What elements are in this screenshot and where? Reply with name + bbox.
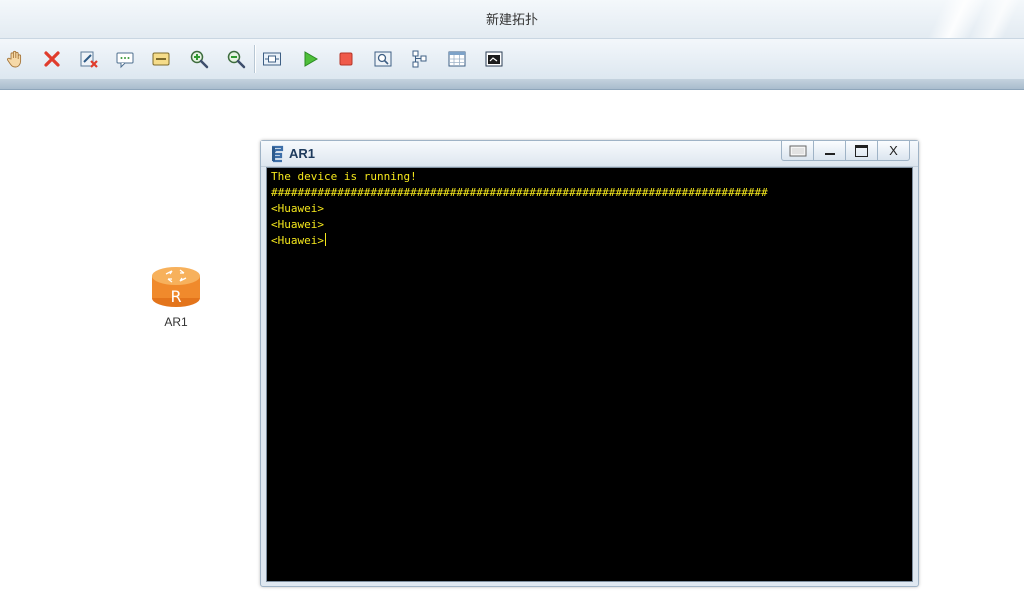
terminal-line: <Huawei> bbox=[271, 218, 324, 231]
rectangle-button[interactable] bbox=[149, 47, 173, 71]
stop-device-button[interactable] bbox=[334, 47, 358, 71]
console-window[interactable]: AR1 X The device is running! ############… bbox=[260, 140, 919, 587]
terminal-line: ########################################… bbox=[271, 186, 768, 199]
console-button[interactable] bbox=[482, 47, 506, 71]
close-button[interactable]: X bbox=[877, 141, 910, 161]
zoom-out-button[interactable] bbox=[224, 47, 248, 71]
toolbar-border bbox=[0, 79, 1024, 90]
terminal-output[interactable]: The device is running! ##################… bbox=[266, 167, 913, 582]
stop-icon bbox=[339, 52, 353, 66]
text-cursor bbox=[324, 233, 326, 246]
minimize-icon bbox=[824, 152, 835, 155]
console-window-controls: X bbox=[781, 141, 910, 161]
start-device-button[interactable] bbox=[298, 47, 322, 71]
capture-button[interactable] bbox=[371, 47, 395, 71]
router-icon: R bbox=[152, 267, 200, 307]
grid-icon bbox=[448, 51, 466, 67]
delete-button[interactable] bbox=[40, 47, 64, 71]
device-label: AR1 bbox=[164, 315, 188, 329]
hand-tool-button[interactable] bbox=[3, 47, 27, 71]
rectangle-icon bbox=[152, 52, 170, 66]
minimize-button[interactable] bbox=[813, 141, 846, 161]
terminal-line: <Huawei> bbox=[271, 202, 324, 215]
capture-icon bbox=[374, 51, 392, 67]
delete-link-button[interactable] bbox=[77, 47, 101, 71]
title-bar: 新建拓扑 bbox=[0, 0, 1024, 39]
red-x-icon bbox=[44, 51, 60, 67]
fit-view-icon bbox=[263, 52, 281, 66]
play-icon bbox=[304, 51, 318, 67]
svg-text:R: R bbox=[170, 287, 181, 306]
console-titlebar[interactable]: AR1 X bbox=[261, 141, 918, 167]
console-icon bbox=[485, 51, 503, 67]
zoom-in-button[interactable] bbox=[187, 47, 211, 71]
window-title: 新建拓扑 bbox=[485, 13, 538, 28]
terminal-prompt: <Huawei> bbox=[271, 234, 324, 247]
console-app-icon bbox=[272, 145, 284, 163]
zoom-out-icon bbox=[227, 50, 246, 69]
maximize-button[interactable] bbox=[845, 141, 878, 161]
terminal-line: The device is running! bbox=[271, 170, 417, 183]
zoom-in-icon bbox=[190, 50, 209, 69]
toolbar-divider bbox=[254, 45, 256, 73]
restore-button[interactable] bbox=[781, 141, 814, 161]
speech-bubble-icon bbox=[116, 52, 134, 69]
toolbar bbox=[0, 39, 1024, 79]
restore-icon bbox=[789, 145, 806, 156]
link-delete-icon bbox=[80, 51, 98, 68]
text-note-button[interactable] bbox=[113, 47, 137, 71]
router-device-ar1[interactable]: R AR1 bbox=[150, 262, 202, 332]
topology-button[interactable] bbox=[408, 47, 432, 71]
close-label: X bbox=[889, 143, 898, 158]
terminal-prompt-line: <Huawei> bbox=[271, 233, 908, 249]
fit-view-button[interactable] bbox=[260, 47, 284, 71]
hand-icon bbox=[7, 50, 22, 68]
title-gloss bbox=[904, 0, 1024, 38]
topology-icon bbox=[412, 50, 427, 68]
maximize-icon bbox=[855, 144, 868, 157]
grid-button[interactable] bbox=[445, 47, 469, 71]
console-title: AR1 bbox=[289, 146, 316, 161]
